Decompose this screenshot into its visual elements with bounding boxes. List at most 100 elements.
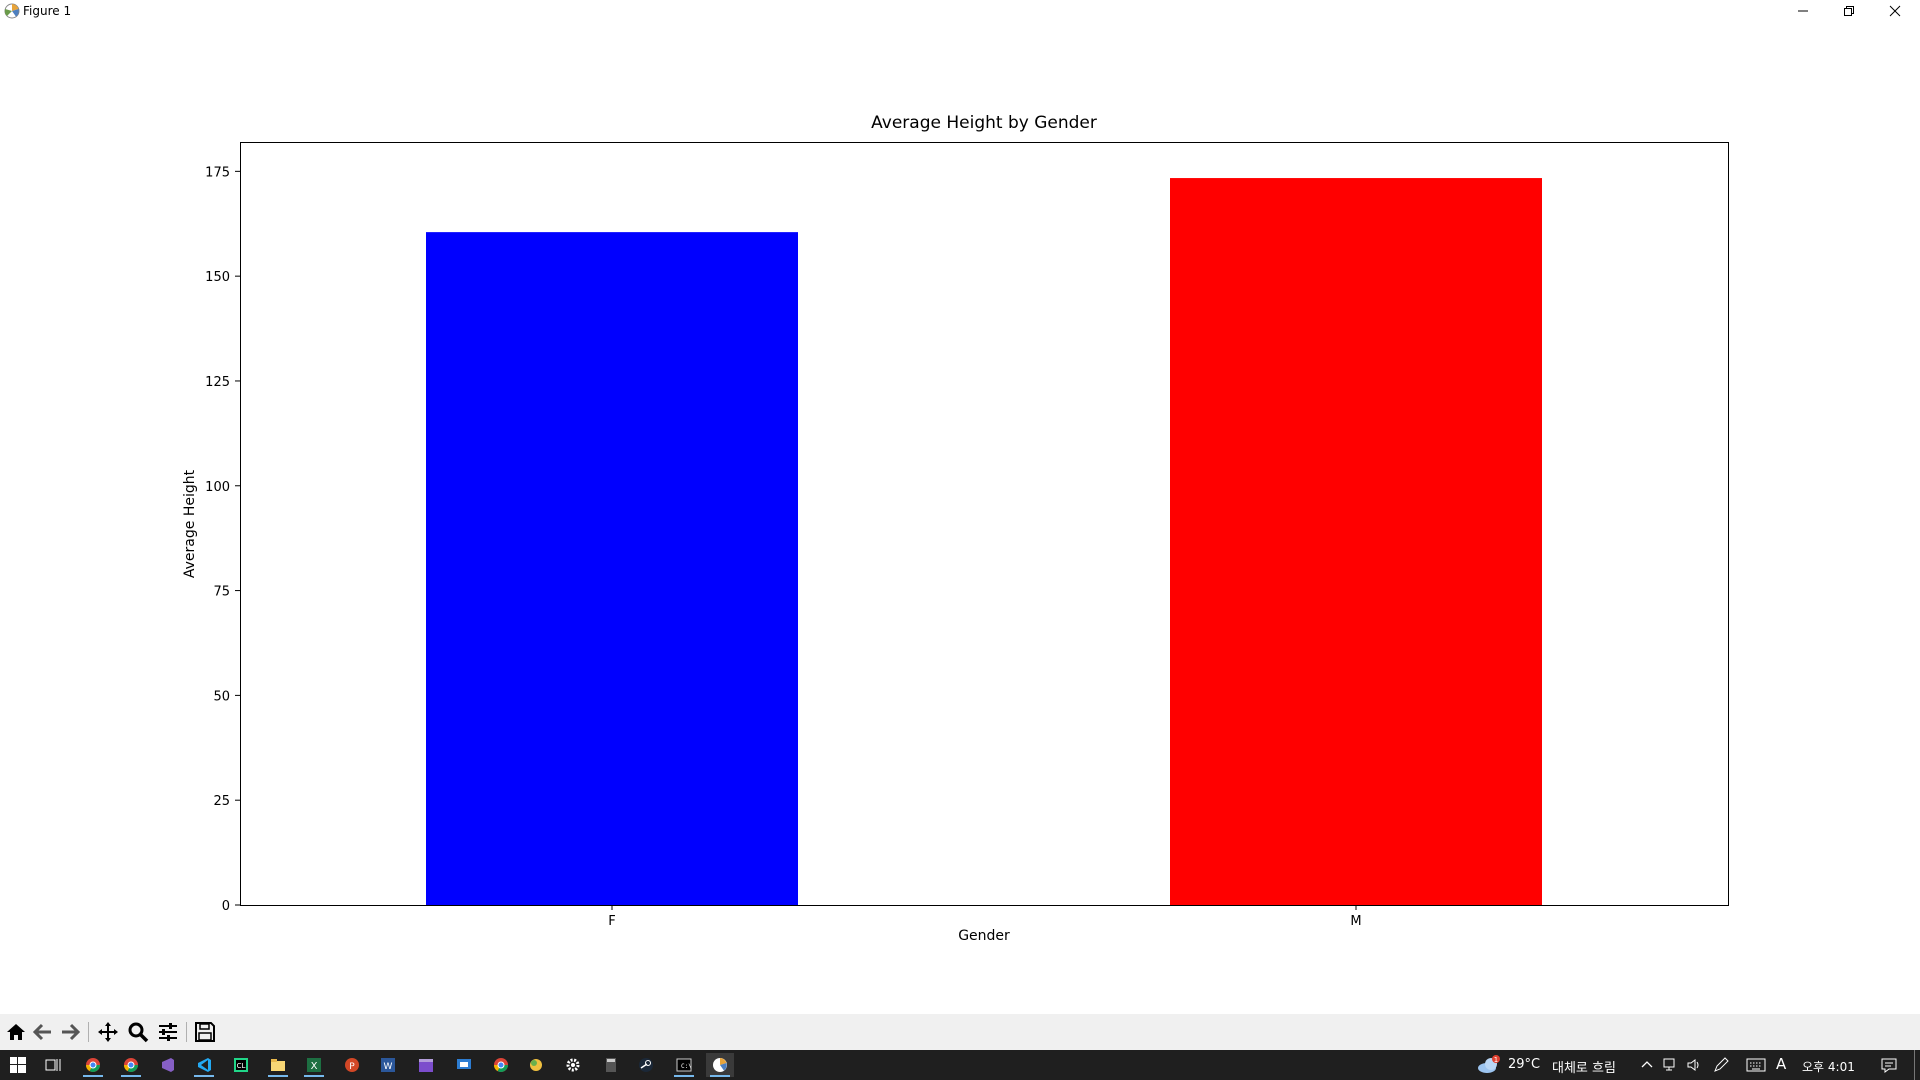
taskbar-app-vscode[interactable] [190,1053,218,1077]
y-tick-label: 125 [205,375,230,390]
steam-icon [639,1058,653,1072]
svg-text:X: X [311,1061,318,1072]
y-tick-label: 175 [205,165,230,180]
bar-M [1170,178,1542,906]
weather-badge: 1 [1494,1056,1498,1064]
taskbar-app-chrome[interactable] [117,1053,145,1077]
input-method-indicator[interactable]: A [1776,1055,1786,1073]
zoom-icon [128,1022,149,1043]
show-desktop-button[interactable] [1914,1050,1915,1080]
figure-canvas: Average Height by Gender 0 25 50 75 100 125 15… [0,24,1920,1014]
cloud-icon: 1 [1478,1055,1500,1073]
taskbar-app-clion[interactable]: CL [227,1053,255,1077]
clion-icon: CL [234,1058,248,1072]
calculator-icon [606,1058,616,1072]
pan-icon [98,1022,118,1042]
chrome-icon [494,1058,508,1072]
taskbar-app-excel[interactable]: X [300,1053,328,1077]
clock[interactable]: 오후 4:01 [1802,1058,1855,1075]
navigation-toolbar [0,1014,1920,1050]
vscode-icon [198,1058,211,1072]
taskbar-app-settings[interactable] [559,1053,587,1077]
chart-title: Average Height by Gender [871,113,1097,133]
excel-icon: X [307,1058,321,1072]
color-dot-icon [530,1059,542,1071]
y-tick-label: 50 [213,689,230,704]
taskbar-app-color-dot[interactable] [522,1053,550,1077]
svg-text:CL: CL [237,1062,246,1070]
pen-button[interactable] [1710,1053,1732,1077]
toolbar-separator [88,1022,89,1042]
taskbar-app-visual-studio[interactable] [154,1053,182,1077]
taskbar-app-calculator[interactable] [597,1053,625,1077]
pan-button[interactable] [96,1020,120,1044]
start-button[interactable] [4,1053,32,1077]
python-figure-icon [713,1058,727,1072]
zoom-button[interactable] [126,1020,150,1044]
toolbar-separator [186,1022,187,1042]
x-tick-label: F [608,914,615,929]
task-view-button[interactable] [39,1053,67,1077]
visual-studio-icon [162,1058,174,1072]
weather-widget[interactable]: 1 [1476,1053,1502,1077]
configure-subplots-button[interactable] [156,1020,180,1044]
notification-icon [1881,1058,1897,1073]
windows-start-icon [10,1057,26,1073]
keyboard-icon [1746,1058,1766,1072]
running-indicator [710,1075,730,1077]
svg-text:C:\: C:\ [681,1063,692,1070]
bar-F [426,232,798,905]
taskbar-app-steam[interactable] [632,1053,660,1077]
terminal-icon: C:\ [676,1058,692,1072]
close-button[interactable] [1872,0,1918,22]
speaker-icon [1687,1059,1699,1071]
volume-button[interactable] [1684,1053,1706,1077]
running-indicator [268,1075,288,1077]
title-bar: Figure 1 [0,0,1920,24]
tray-expand-button[interactable] [1636,1053,1658,1077]
minimize-button[interactable] [1780,0,1826,22]
touch-keyboard-button[interactable] [1744,1053,1768,1077]
taskbar-app-terminal[interactable]: C:\ [670,1053,698,1077]
clapperboard-icon [419,1059,433,1072]
pen-icon [1714,1057,1729,1072]
weather-condition: 대체로 흐림 [1552,1061,1616,1076]
taskbar-app-chrome[interactable] [487,1053,515,1077]
configure-subplots-icon [159,1023,177,1041]
forward-button[interactable] [58,1020,82,1044]
back-button[interactable] [31,1020,55,1044]
remote-desktop-icon [457,1059,471,1069]
taskbar-app-chrome[interactable] [79,1053,107,1077]
matplotlib-icon [4,3,20,19]
home-button[interactable] [4,1020,28,1044]
y-tick-label: 150 [205,270,230,285]
restore-button[interactable] [1826,0,1872,22]
running-indicator [674,1075,694,1077]
home-icon [7,1024,25,1040]
x-axis-label: Gender [958,928,1010,944]
taskbar-app-python-figure[interactable] [706,1053,734,1077]
y-tick-label: 75 [213,585,230,600]
running-indicator [83,1075,103,1077]
window-title: Figure 1 [23,4,72,18]
taskbar-app-remote-desktop[interactable] [450,1053,478,1077]
x-tick-label: M [1350,914,1361,929]
network-button[interactable] [1660,1053,1682,1077]
settings-icon [566,1058,580,1072]
taskbar-app-word[interactable]: W [374,1053,402,1077]
restore-icon [1844,6,1854,16]
save-icon [195,1022,215,1042]
svg-text:P: P [349,1062,355,1072]
running-indicator [121,1075,141,1077]
notifications-button[interactable] [1876,1053,1902,1077]
weather-temp: 29°C [1508,1057,1541,1072]
bar-chart: Average Height by Gender 0 25 50 75 100 125 15… [182,113,1729,944]
chrome-icon [86,1058,100,1072]
save-button[interactable] [193,1020,217,1044]
taskbar-app-file-explorer[interactable] [264,1053,292,1077]
y-tick-label: 0 [222,899,230,914]
taskbar-app-clapperboard[interactable] [412,1053,440,1077]
running-indicator [194,1075,214,1077]
taskbar-app-powerpoint[interactable]: P [338,1053,366,1077]
svg-text:W: W [384,1062,393,1072]
